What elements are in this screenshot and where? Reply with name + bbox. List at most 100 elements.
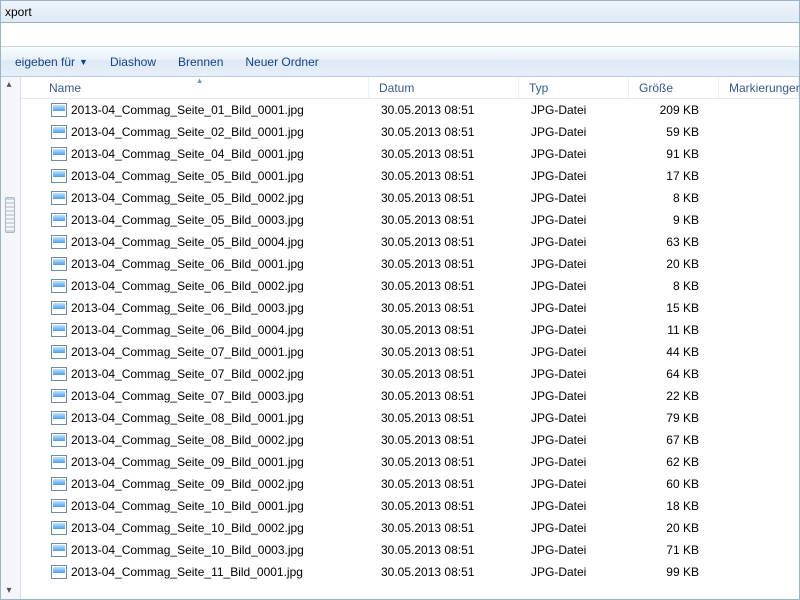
column-header-type[interactable]: Typ — [519, 77, 629, 98]
file-type-cell: JPG-Datei — [521, 301, 631, 315]
file-date-cell: 30.05.2013 08:51 — [371, 279, 521, 293]
file-date-cell: 30.05.2013 08:51 — [371, 191, 521, 205]
slideshow-button[interactable]: Diashow — [100, 51, 166, 73]
file-row[interactable]: 2013-04_Commag_Seite_08_Bild_0002.jpg30.… — [21, 429, 799, 451]
column-header-date[interactable]: Datum — [369, 77, 519, 98]
image-file-icon — [51, 477, 67, 491]
file-name-text: 2013-04_Commag_Seite_06_Bild_0002.jpg — [71, 279, 304, 293]
file-size-cell: 60 KB — [631, 477, 721, 491]
file-name-cell: 2013-04_Commag_Seite_08_Bild_0002.jpg — [41, 433, 371, 448]
file-date-cell: 30.05.2013 08:51 — [371, 543, 521, 557]
image-file-icon — [51, 213, 67, 227]
image-file-icon — [51, 103, 67, 117]
file-row[interactable]: 2013-04_Commag_Seite_01_Bild_0001.jpg30.… — [21, 99, 799, 121]
file-type-cell: JPG-Datei — [521, 257, 631, 271]
file-size-cell: 8 KB — [631, 279, 721, 293]
column-header-tags[interactable]: Markierungen — [719, 77, 799, 98]
file-type-cell: JPG-Datei — [521, 565, 631, 579]
file-date-cell: 30.05.2013 08:51 — [371, 521, 521, 535]
file-date-cell: 30.05.2013 08:51 — [371, 301, 521, 315]
splitter-handle[interactable] — [5, 197, 15, 233]
titlebar[interactable]: xport — [1, 1, 799, 23]
file-date-cell: 30.05.2013 08:51 — [371, 213, 521, 227]
file-name-text: 2013-04_Commag_Seite_05_Bild_0003.jpg — [71, 213, 304, 227]
file-size-cell: 59 KB — [631, 125, 721, 139]
file-name-cell: 2013-04_Commag_Seite_07_Bild_0003.jpg — [41, 389, 371, 404]
file-row[interactable]: 2013-04_Commag_Seite_05_Bild_0001.jpg30.… — [21, 165, 799, 187]
file-name-cell: 2013-04_Commag_Seite_10_Bild_0003.jpg — [41, 543, 371, 558]
file-name-text: 2013-04_Commag_Seite_02_Bild_0001.jpg — [71, 125, 304, 139]
file-type-cell: JPG-Datei — [521, 433, 631, 447]
file-name-cell: 2013-04_Commag_Seite_06_Bild_0001.jpg — [41, 257, 371, 272]
image-file-icon — [51, 257, 67, 271]
image-file-icon — [51, 301, 67, 315]
column-header-name[interactable]: Name ▲ — [39, 77, 369, 98]
image-file-icon — [51, 499, 67, 513]
file-size-cell: 64 KB — [631, 367, 721, 381]
nav-pane-collapsed[interactable]: ▴ ▾ — [1, 77, 21, 599]
column-header-type-label: Typ — [529, 81, 548, 95]
new-folder-label: Neuer Ordner — [245, 55, 318, 69]
file-size-cell: 63 KB — [631, 235, 721, 249]
file-name-text: 2013-04_Commag_Seite_07_Bild_0003.jpg — [71, 389, 304, 403]
file-name-cell: 2013-04_Commag_Seite_06_Bild_0003.jpg — [41, 301, 371, 316]
column-header-size[interactable]: Größe — [629, 77, 719, 98]
file-row[interactable]: 2013-04_Commag_Seite_02_Bild_0001.jpg 30.… — [21, 121, 799, 143]
file-date-cell: 30.05.2013 08:51 — [371, 433, 521, 447]
file-name-text: 2013-04_Commag_Seite_05_Bild_0001.jpg — [71, 169, 304, 183]
file-size-cell: 79 KB — [631, 411, 721, 425]
file-name-text: 2013-04_Commag_Seite_06_Bild_0004.jpg — [71, 323, 304, 337]
file-name-cell: 2013-04_Commag_Seite_10_Bild_0001.jpg — [41, 499, 371, 514]
file-row[interactable]: 2013-04_Commag_Seite_08_Bild_0001.jpg30.… — [21, 407, 799, 429]
image-file-icon — [51, 235, 67, 249]
burn-button[interactable]: Brennen — [168, 51, 233, 73]
address-bar[interactable] — [1, 23, 799, 47]
file-name-text: 2013-04_Commag_Seite_01_Bild_0001.jpg — [71, 103, 304, 117]
file-name-cell: 2013-04_Commag_Seite_09_Bild_0002.jpg — [41, 477, 371, 492]
file-date-cell: 30.05.2013 08:51 — [371, 345, 521, 359]
file-row[interactable]: 2013-04_Commag_Seite_05_Bild_0003.jpg 30.… — [21, 209, 799, 231]
share-with-button[interactable]: eigeben für ▼ — [5, 51, 98, 73]
file-row[interactable]: 2013-04_Commag_Seite_10_Bild_0001.jpg30.… — [21, 495, 799, 517]
file-date-cell: 30.05.2013 08:51 — [371, 125, 521, 139]
image-file-icon — [51, 279, 67, 293]
file-name-text: 2013-04_Commag_Seite_05_Bild_0002.jpg — [71, 191, 304, 205]
file-type-cell: JPG-Datei — [521, 477, 631, 491]
scroll-up-icon[interactable]: ▴ — [3, 79, 15, 91]
file-type-cell: JPG-Datei — [521, 455, 631, 469]
column-header-date-label: Datum — [379, 81, 414, 95]
column-header-row: Name ▲ Datum Typ Größe Markierungen — [21, 77, 799, 99]
file-type-cell: JPG-Datei — [521, 345, 631, 359]
file-row[interactable]: 2013-04_Commag_Seite_05_Bild_0004.jpg30.… — [21, 231, 799, 253]
file-row[interactable]: 2013-04_Commag_Seite_05_Bild_0002.jpg 30.… — [21, 187, 799, 209]
file-row[interactable]: 2013-04_Commag_Seite_09_Bild_0002.jpg30.… — [21, 473, 799, 495]
file-row[interactable]: 2013-04_Commag_Seite_06_Bild_0004.jpg30.… — [21, 319, 799, 341]
file-row[interactable]: 2013-04_Commag_Seite_06_Bild_0001.jpg30.… — [21, 253, 799, 275]
file-name-cell: 2013-04_Commag_Seite_05_Bild_0004.jpg — [41, 235, 371, 250]
file-row[interactable]: 2013-04_Commag_Seite_11_Bild_0001.jpg30.… — [21, 561, 799, 583]
file-row[interactable]: 2013-04_Commag_Seite_09_Bild_0001.jpg30.… — [21, 451, 799, 473]
file-type-cell: JPG-Datei — [521, 235, 631, 249]
file-name-cell: 2013-04_Commag_Seite_01_Bild_0001.jpg — [41, 103, 371, 118]
file-name-text: 2013-04_Commag_Seite_07_Bild_0002.jpg — [71, 367, 304, 381]
new-folder-button[interactable]: Neuer Ordner — [235, 51, 328, 73]
scroll-down-icon[interactable]: ▾ — [3, 585, 15, 597]
file-type-cell: JPG-Datei — [521, 323, 631, 337]
file-name-text: 2013-04_Commag_Seite_07_Bild_0001.jpg — [71, 345, 304, 359]
window-title: xport — [5, 5, 32, 19]
image-file-icon — [51, 565, 67, 579]
file-row[interactable]: 2013-04_Commag_Seite_07_Bild_0002.jpg30.… — [21, 363, 799, 385]
file-name-text: 2013-04_Commag_Seite_08_Bild_0001.jpg — [71, 411, 304, 425]
explorer-window: xport eigeben für ▼ Diashow Brennen Neue… — [0, 0, 800, 600]
file-row[interactable]: 2013-04_Commag_Seite_04_Bild_0001.jpg30.… — [21, 143, 799, 165]
file-name-cell: 2013-04_Commag_Seite_02_Bild_0001.jpg — [41, 125, 371, 140]
file-row[interactable]: 2013-04_Commag_Seite_10_Bild_0003.jpg30.… — [21, 539, 799, 561]
file-row[interactable]: 2013-04_Commag_Seite_06_Bild_0002.jpg 30.… — [21, 275, 799, 297]
file-row[interactable]: 2013-04_Commag_Seite_07_Bild_0003.jpg30.… — [21, 385, 799, 407]
file-row[interactable]: 2013-04_Commag_Seite_06_Bild_0003.jpg30.… — [21, 297, 799, 319]
image-file-icon — [51, 323, 67, 337]
file-row[interactable]: 2013-04_Commag_Seite_07_Bild_0001.jpg 30.… — [21, 341, 799, 363]
image-file-icon — [51, 169, 67, 183]
file-name-cell: 2013-04_Commag_Seite_07_Bild_0001.jpg — [41, 345, 371, 360]
file-row[interactable]: 2013-04_Commag_Seite_10_Bild_0002.jpg30.… — [21, 517, 799, 539]
